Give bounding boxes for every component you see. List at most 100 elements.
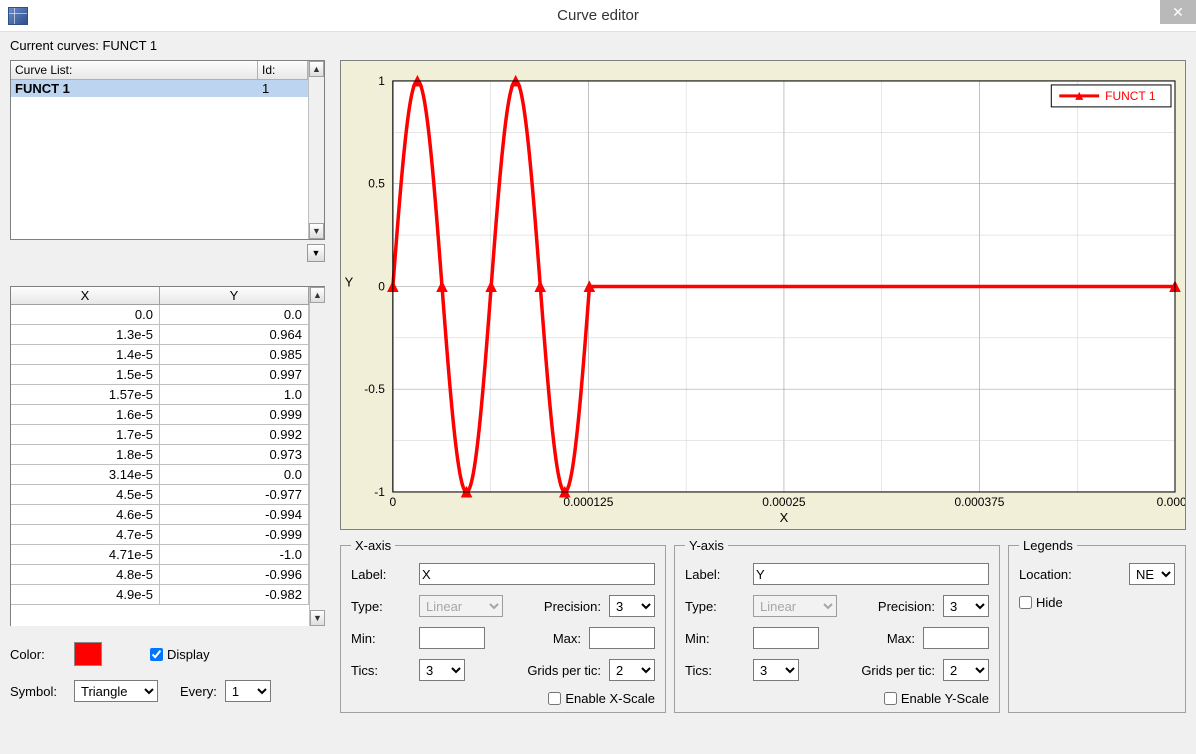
cell-y[interactable]: -0.977 [160, 485, 309, 505]
table-row[interactable]: 1.3e-50.964 [11, 325, 309, 345]
close-icon: ✕ [1172, 4, 1184, 21]
display-checkbox-input[interactable] [150, 648, 163, 661]
svg-text:-1: -1 [374, 485, 385, 499]
table-row[interactable]: 1.5e-50.997 [11, 365, 309, 385]
cell-y[interactable]: 0.997 [160, 365, 309, 385]
scroll-down-icon[interactable]: ▼ [310, 610, 325, 626]
enable-y-scale-checkbox[interactable]: Enable Y-Scale [884, 691, 989, 706]
table-row[interactable]: 1.8e-50.973 [11, 445, 309, 465]
table-row[interactable]: 4.71e-5-1.0 [11, 545, 309, 565]
curve-list-dropdown[interactable]: ▼ [307, 244, 325, 262]
table-row[interactable]: 0.00.0 [11, 305, 309, 325]
table-row[interactable]: 4.6e-5-0.994 [11, 505, 309, 525]
curve-list-scrollbar[interactable]: ▲ ▼ [308, 61, 324, 239]
cell-x[interactable]: 0.0 [11, 305, 160, 325]
legend-hide-checkbox[interactable]: Hide [1019, 595, 1063, 610]
cell-y[interactable]: 0.992 [160, 425, 309, 445]
cell-y[interactable]: 0.985 [160, 345, 309, 365]
cell-y[interactable]: -1.0 [160, 545, 309, 565]
cell-y[interactable]: -0.982 [160, 585, 309, 605]
legends-title: Legends [1019, 538, 1077, 553]
symbol-select[interactable]: Triangle [74, 680, 158, 702]
cell-x[interactable]: 1.5e-5 [11, 365, 160, 385]
curve-list[interactable]: Curve List: Id: FUNCT 1 1 ▲ ▼ [10, 60, 325, 240]
svg-text:-0.5: -0.5 [364, 382, 385, 396]
cell-y[interactable]: 0.0 [160, 465, 309, 485]
table-row[interactable]: 3.14e-50.0 [11, 465, 309, 485]
symbol-label: Symbol: [10, 684, 66, 699]
xy-table[interactable]: X Y 0.00.01.3e-50.9641.4e-50.9851.5e-50.… [10, 286, 325, 626]
every-select[interactable]: 1 [225, 680, 271, 702]
cell-y[interactable]: 0.0 [160, 305, 309, 325]
svg-text:Y: Y [345, 274, 354, 289]
svg-text:0.000125: 0.000125 [563, 495, 613, 509]
cell-x[interactable]: 4.6e-5 [11, 505, 160, 525]
x-grids-select[interactable]: 2 [609, 659, 655, 681]
table-row[interactable]: 1.6e-50.999 [11, 405, 309, 425]
x-min-input[interactable] [419, 627, 485, 649]
cell-x[interactable]: 4.71e-5 [11, 545, 160, 565]
table-row[interactable]: 4.7e-5-0.999 [11, 525, 309, 545]
cell-y[interactable]: 1.0 [160, 385, 309, 405]
cell-x[interactable]: 4.9e-5 [11, 585, 160, 605]
x-label-input[interactable] [419, 563, 655, 585]
scroll-down-icon[interactable]: ▼ [309, 223, 324, 239]
display-checkbox[interactable]: Display [150, 647, 210, 662]
y-min-label: Min: [685, 631, 745, 646]
enable-x-scale-input[interactable] [548, 692, 561, 705]
cell-y[interactable]: 0.999 [160, 405, 309, 425]
legend-hide-label: Hide [1036, 595, 1063, 610]
x-min-label: Min: [351, 631, 411, 646]
table-row[interactable]: 4.8e-5-0.996 [11, 565, 309, 585]
cell-y[interactable]: -0.996 [160, 565, 309, 585]
cell-y[interactable]: 0.964 [160, 325, 309, 345]
curve-list-row-name: FUNCT 1 [11, 80, 258, 97]
svg-text:0: 0 [378, 279, 385, 293]
close-button[interactable]: ✕ [1160, 0, 1196, 24]
table-row[interactable]: 1.7e-50.992 [11, 425, 309, 445]
cell-y[interactable]: -0.994 [160, 505, 309, 525]
x-label-label: Label: [351, 567, 411, 582]
enable-x-scale-label: Enable X-Scale [565, 691, 655, 706]
cell-x[interactable]: 1.8e-5 [11, 445, 160, 465]
y-grids-select[interactable]: 2 [943, 659, 989, 681]
legend-hide-input[interactable] [1019, 596, 1032, 609]
enable-y-scale-label: Enable Y-Scale [901, 691, 989, 706]
scroll-up-icon[interactable]: ▲ [310, 287, 325, 303]
table-row[interactable]: 4.5e-5-0.977 [11, 485, 309, 505]
x-tics-select[interactable]: 3 [419, 659, 465, 681]
x-precision-select[interactable]: 3 [609, 595, 655, 617]
table-row[interactable]: 1.4e-50.985 [11, 345, 309, 365]
enable-y-scale-input[interactable] [884, 692, 897, 705]
cell-y[interactable]: -0.999 [160, 525, 309, 545]
cell-x[interactable]: 1.7e-5 [11, 425, 160, 445]
cell-x[interactable]: 1.57e-5 [11, 385, 160, 405]
enable-x-scale-checkbox[interactable]: Enable X-Scale [548, 691, 655, 706]
table-row[interactable]: 1.57e-51.0 [11, 385, 309, 405]
current-curves-label: Current curves: FUNCT 1 [10, 38, 1190, 53]
xy-table-scrollbar[interactable]: ▲ ▼ [309, 287, 325, 626]
y-tics-select[interactable]: 3 [753, 659, 799, 681]
cell-y[interactable]: 0.973 [160, 445, 309, 465]
legend-location-select[interactable]: NE [1129, 563, 1175, 585]
cell-x[interactable]: 3.14e-5 [11, 465, 160, 485]
curve-list-header-id: Id: [258, 61, 308, 79]
y-precision-select[interactable]: 3 [943, 595, 989, 617]
y-axis-panel: Y-axis Label: Type: Linear Precision: 3 … [674, 538, 1000, 713]
y-max-input[interactable] [923, 627, 989, 649]
x-precision-label: Precision: [523, 599, 601, 614]
cell-x[interactable]: 4.7e-5 [11, 525, 160, 545]
color-swatch[interactable] [74, 642, 102, 666]
x-max-input[interactable] [589, 627, 655, 649]
cell-x[interactable]: 1.4e-5 [11, 345, 160, 365]
y-min-input[interactable] [753, 627, 819, 649]
cell-x[interactable]: 4.8e-5 [11, 565, 160, 585]
y-label-input[interactable] [753, 563, 989, 585]
table-row[interactable]: 4.9e-5-0.982 [11, 585, 309, 605]
chart[interactable]: 00.0001250.000250.0003750.0005-1-0.500.5… [340, 60, 1186, 530]
cell-x[interactable]: 4.5e-5 [11, 485, 160, 505]
cell-x[interactable]: 1.3e-5 [11, 325, 160, 345]
cell-x[interactable]: 1.6e-5 [11, 405, 160, 425]
scroll-up-icon[interactable]: ▲ [309, 61, 324, 77]
curve-list-row[interactable]: FUNCT 1 1 [11, 80, 308, 97]
